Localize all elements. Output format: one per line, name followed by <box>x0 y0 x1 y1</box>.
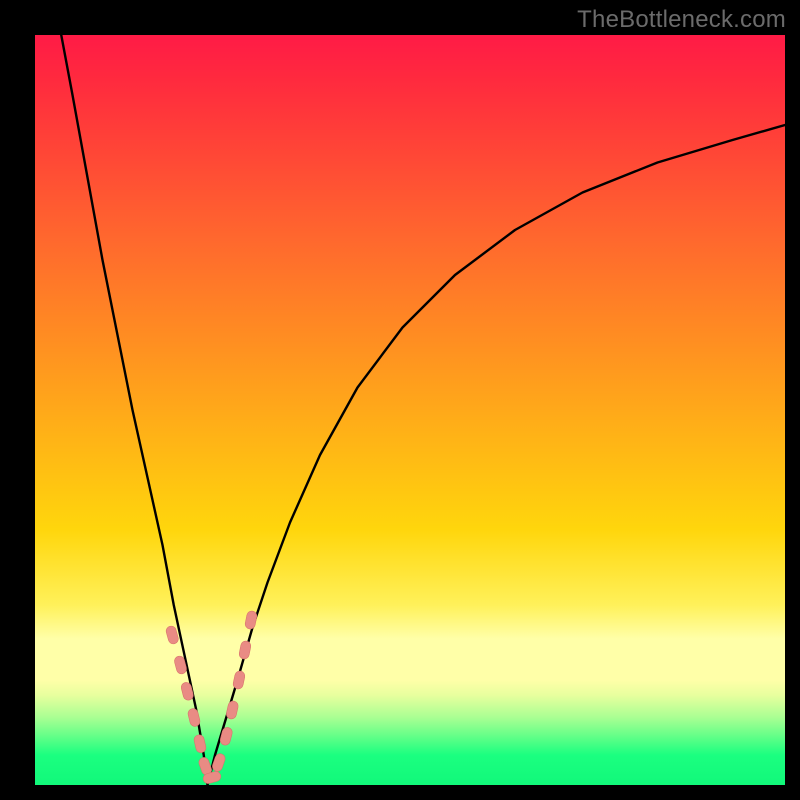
curve-marker <box>193 734 207 754</box>
curve-marker <box>165 625 179 645</box>
curve-marker <box>180 681 194 701</box>
curve-marker <box>232 670 246 690</box>
plot-area <box>35 35 785 785</box>
watermark-text: TheBottleneck.com <box>577 6 786 34</box>
curve-marker <box>187 708 201 728</box>
curve-marker <box>238 640 251 660</box>
curve-marker <box>244 610 257 630</box>
curve-left-arm <box>61 35 207 785</box>
curve-right-arm <box>208 125 786 785</box>
curve-marker <box>225 700 239 720</box>
outer-frame: TheBottleneck.com <box>0 0 800 800</box>
curve-layer <box>35 35 785 785</box>
curve-marker <box>211 752 226 772</box>
curve-marker <box>219 726 233 746</box>
